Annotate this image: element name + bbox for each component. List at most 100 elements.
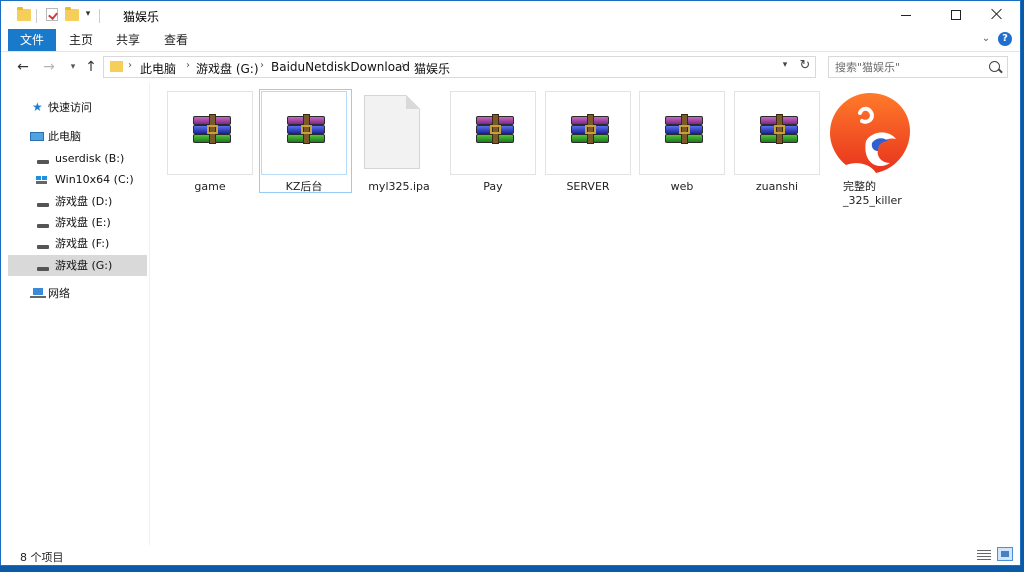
- generic-file-icon: [364, 95, 420, 169]
- file-name: game: [194, 180, 226, 193]
- explorer-window: ▾ 猫娱乐 文件 主页 共享 查看 ⌄ ? ← → ▾ ↑ › 此电脑 › 游戏…: [0, 0, 1021, 566]
- title-bar: ▾ 猫娱乐: [1, 1, 1020, 29]
- nav-item-quick-access[interactable]: ★ 快速访问: [8, 97, 147, 118]
- chevron-right-icon[interactable]: ›: [260, 60, 264, 71]
- winrar-archive-icon: [760, 114, 798, 150]
- search-input[interactable]: [835, 59, 983, 75]
- windows-drive-icon: [36, 176, 48, 186]
- thumbnail: [639, 91, 725, 175]
- tab-home[interactable]: 主页: [61, 29, 101, 51]
- winrar-archive-icon: [476, 114, 514, 150]
- file-name: KZ后台: [285, 180, 323, 193]
- file-name: web: [670, 180, 694, 193]
- customize-toolbar-icon[interactable]: ▾: [83, 9, 93, 19]
- nav-item-label: 游戏盘 (D:): [55, 195, 113, 208]
- nav-item-label: 快速访问: [48, 101, 92, 114]
- help-icon[interactable]: ?: [998, 32, 1012, 46]
- nav-item-drive-g[interactable]: 游戏盘 (G:): [8, 255, 147, 276]
- breadcrumb-this-pc[interactable]: 此电脑: [140, 60, 176, 77]
- back-arrow-icon[interactable]: ←: [15, 59, 31, 75]
- details-view-icon[interactable]: [977, 549, 991, 561]
- killer-app-icon: [830, 93, 910, 173]
- close-icon: [991, 8, 1003, 20]
- file-name: myl325.ipa: [368, 180, 430, 193]
- maximize-button[interactable]: [933, 1, 979, 29]
- maximize-icon: [951, 10, 961, 20]
- breadcrumb-drive-g[interactable]: 游戏盘 (G:): [196, 60, 259, 77]
- chevron-down-icon[interactable]: ▾: [779, 60, 791, 70]
- refresh-icon[interactable]: ↻: [797, 58, 813, 73]
- breadcrumb-current[interactable]: 猫娱乐: [414, 60, 450, 77]
- file-name-line2: _325_killer: [843, 194, 902, 207]
- nav-item-drive-b[interactable]: userdisk (B:): [8, 148, 147, 169]
- status-bar: 8 个项目: [1, 545, 1020, 565]
- thumbnail: [450, 91, 536, 175]
- tab-share[interactable]: 共享: [108, 29, 148, 51]
- chevron-right-icon[interactable]: ›: [401, 60, 405, 71]
- minimize-icon: [901, 15, 911, 16]
- drive-icon: [37, 245, 49, 249]
- close-button[interactable]: [974, 1, 1020, 29]
- drive-icon: [37, 224, 49, 228]
- separator: [36, 9, 37, 23]
- separator: [99, 9, 100, 23]
- winrar-archive-icon: [193, 114, 231, 150]
- file-name: Pay: [483, 180, 503, 193]
- tab-file[interactable]: 文件: [8, 29, 56, 51]
- chevron-right-icon[interactable]: ›: [128, 60, 132, 71]
- file-list: game KZ后台 myl325.ipa Pay SERVER web zuan…: [150, 83, 1006, 545]
- large-icons-view-icon[interactable]: [997, 547, 1013, 561]
- nav-item-label: 网络: [48, 287, 70, 300]
- network-icon: [30, 288, 46, 299]
- file-name: 完整的 _325_killer: [843, 180, 953, 208]
- nav-item-drive-e[interactable]: 游戏盘 (E:): [8, 212, 147, 233]
- nav-item-drive-d[interactable]: 游戏盘 (D:): [8, 191, 147, 212]
- recent-locations-icon[interactable]: ▾: [65, 59, 81, 75]
- new-folder-icon[interactable]: [65, 7, 79, 21]
- nav-item-drive-c[interactable]: Win10x64 (C:): [8, 169, 147, 190]
- nav-item-drive-f[interactable]: 游戏盘 (F:): [8, 233, 147, 254]
- drive-icon: [37, 160, 49, 164]
- file-name-line1: 完整的: [843, 180, 876, 193]
- file-name: SERVER: [566, 180, 610, 193]
- forward-arrow-icon[interactable]: →: [41, 59, 57, 75]
- drive-icon: [37, 203, 49, 207]
- nav-item-network[interactable]: 网络: [8, 283, 147, 304]
- tab-view[interactable]: 查看: [156, 29, 196, 51]
- thumbnail: [261, 91, 347, 175]
- nav-item-label: 游戏盘 (F:): [55, 237, 110, 250]
- computer-icon: [30, 132, 44, 141]
- window-title: 猫娱乐: [123, 10, 160, 24]
- winrar-archive-icon: [571, 114, 609, 150]
- up-arrow-icon[interactable]: ↑: [83, 59, 99, 75]
- nav-item-label: 此电脑: [48, 130, 81, 143]
- nav-item-label: Win10x64 (C:): [55, 173, 134, 186]
- folder-icon: [110, 61, 123, 72]
- address-bar[interactable]: › 此电脑 › 游戏盘 (G:) › BaiduNetdiskDownload …: [103, 56, 816, 78]
- folder-icon: [17, 7, 31, 21]
- winrar-archive-icon: [287, 114, 325, 150]
- thumbnail: [828, 91, 914, 175]
- navigation-pane: ★ 快速访问 此电脑 userdisk (B:) Win10x64 (C:) 游…: [1, 83, 149, 545]
- properties-icon[interactable]: [46, 8, 58, 21]
- nav-item-label: 游戏盘 (G:): [55, 259, 113, 272]
- chevron-right-icon[interactable]: ›: [186, 60, 190, 71]
- file-name: zuanshi: [755, 180, 799, 193]
- thumbnail: [356, 91, 442, 175]
- ribbon-tabs: 文件 主页 共享 查看 ⌄ ?: [1, 29, 1020, 52]
- winrar-archive-icon: [665, 114, 703, 150]
- minimize-button[interactable]: [883, 1, 929, 29]
- item-count: 8 个项目: [20, 551, 64, 564]
- drive-icon: [37, 267, 49, 271]
- thumbnail: [167, 91, 253, 175]
- search-box[interactable]: [828, 56, 1008, 78]
- nav-item-label: 游戏盘 (E:): [55, 216, 111, 229]
- nav-item-label: userdisk (B:): [55, 152, 125, 165]
- nav-item-this-pc[interactable]: 此电脑: [8, 126, 147, 147]
- navigation-bar: ← → ▾ ↑ › 此电脑 › 游戏盘 (G:) › BaiduNetdiskD…: [1, 52, 1020, 82]
- breadcrumb-download[interactable]: BaiduNetdiskDownload: [271, 60, 410, 74]
- search-icon[interactable]: [989, 61, 1000, 72]
- chevron-down-icon[interactable]: ⌄: [980, 33, 992, 45]
- thumbnail: [545, 91, 631, 175]
- thumbnail: [734, 91, 820, 175]
